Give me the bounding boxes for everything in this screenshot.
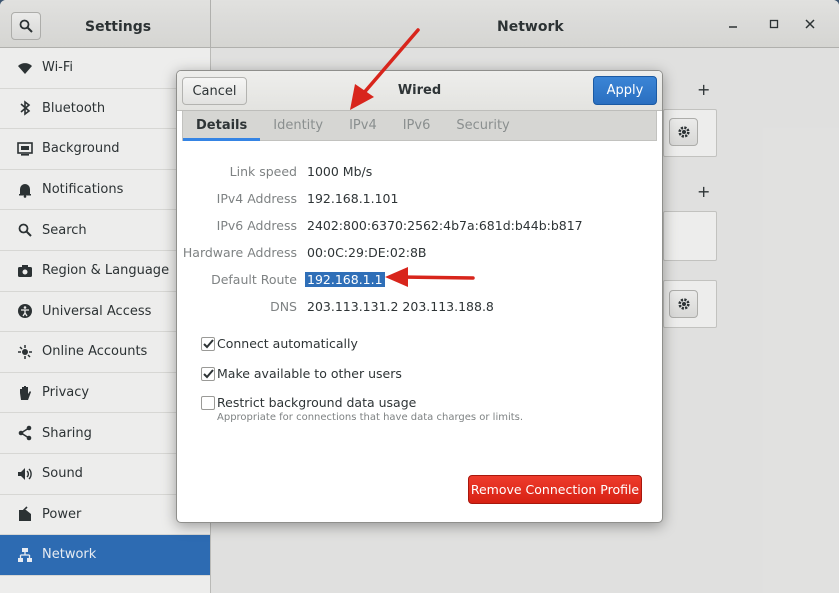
detail-value: 2402:800:6370:2562:4b7a:681d:b44b:b817 — [307, 217, 583, 233]
dialog-header: Cancel Wired Apply — [177, 71, 662, 111]
restrict-background-option[interactable]: Restrict background data usage Appropria… — [201, 395, 523, 423]
detail-row: Hardware Address 00:0C:29:DE:02:8B — [177, 242, 662, 262]
tab-details[interactable]: Details — [183, 111, 261, 141]
detail-label: Hardware Address — [182, 244, 297, 260]
make-available-option[interactable]: Make available to other users — [201, 366, 402, 381]
option-sublabel: Appropriate for connections that have da… — [217, 412, 524, 423]
dialog-title: Wired — [397, 83, 442, 98]
check-icon — [202, 369, 214, 379]
detail-row: DNS 203.113.131.2 203.113.188.8 — [177, 296, 662, 316]
detail-value: 203.113.131.2 203.113.188.8 — [307, 298, 494, 314]
detail-label: Default Route — [211, 271, 297, 287]
detail-row: Link speed 1000 Mb/s — [177, 161, 662, 181]
check-icon — [202, 339, 214, 349]
tab-security[interactable]: Security — [443, 111, 522, 141]
option-text-group: Restrict background data usage Appropria… — [217, 395, 523, 423]
wired-dialog: Cancel Wired Apply Details Identity IPv4… — [176, 70, 663, 523]
detail-value: 192.168.1.101 — [307, 190, 399, 206]
checkbox-unchecked[interactable] — [201, 396, 215, 410]
checkbox-checked[interactable] — [201, 337, 215, 351]
dialog-tabs: Details Identity IPv4 IPv6 Security — [182, 111, 657, 141]
detail-row: Default Route 192.168.1.1 — [177, 269, 662, 289]
detail-value: 1000 Mb/s — [307, 163, 373, 179]
option-label: Restrict background data usage — [217, 395, 417, 410]
tab-ipv6[interactable]: IPv6 — [390, 111, 444, 141]
detail-row: IPv4 Address 192.168.1.101 — [177, 188, 662, 208]
option-label: Make available to other users — [217, 366, 402, 381]
detail-label: DNS — [270, 298, 297, 314]
checkbox-checked[interactable] — [201, 367, 215, 381]
tab-identity[interactable]: Identity — [260, 111, 336, 141]
detail-label: IPv6 Address — [216, 217, 297, 233]
tab-ipv4[interactable]: IPv4 — [336, 111, 390, 141]
apply-button[interactable]: Apply — [593, 76, 657, 105]
connect-automatically-option[interactable]: Connect automatically — [201, 336, 358, 351]
detail-label: IPv4 Address — [216, 190, 297, 206]
remove-connection-profile-button[interactable]: Remove Connection Profile — [468, 475, 642, 504]
settings-window: Settings Network Wi-Fi Bluetooth Backgro… — [0, 0, 839, 593]
detail-value: 00:0C:29:DE:02:8B — [307, 244, 427, 260]
option-label: Connect automatically — [217, 336, 358, 351]
detail-value-selected[interactable]: 192.168.1.1 — [305, 271, 385, 287]
detail-label: Link speed — [229, 163, 297, 179]
detail-row: IPv6 Address 2402:800:6370:2562:4b7a:681… — [177, 215, 662, 235]
